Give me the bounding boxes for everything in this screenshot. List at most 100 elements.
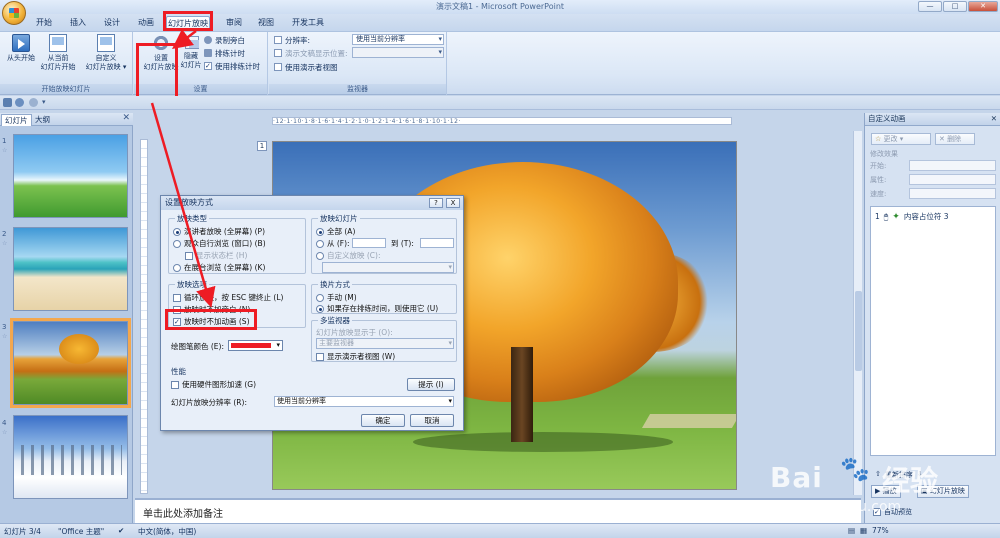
slide-thumbnail-4[interactable] <box>13 415 128 499</box>
radio-use-timings[interactable]: 如果存在排练时间，则使用它 (U) <box>316 303 438 314</box>
speed-select[interactable] <box>909 188 996 199</box>
maximize-button[interactable]: □ <box>943 1 967 12</box>
view-normal-icon[interactable]: ▤ <box>848 526 855 535</box>
scrollbar-thumb[interactable] <box>855 291 862 371</box>
custom-show-button[interactable]: 自定义 幻灯片放映 ▾ <box>82 34 130 72</box>
show-on-label-row: 演示文稿显示位置: <box>274 47 348 59</box>
vertical-scrollbar[interactable] <box>853 131 862 495</box>
radio-kiosk[interactable]: 在展台浏览 (全屏幕) (K) <box>173 262 265 273</box>
delete-effect-button[interactable]: ✕ 删除 <box>935 133 975 145</box>
monitor-icon <box>274 49 282 57</box>
animation-list-item[interactable]: 1 🖱 ✦ 内容占位符 3 <box>875 211 948 222</box>
slide-info: 幻灯片 3/4 <box>4 527 41 536</box>
tab-slides[interactable]: 幻灯片 <box>1 114 32 126</box>
start-select[interactable] <box>909 160 996 171</box>
office-logo-icon <box>9 8 19 18</box>
tab-home[interactable]: 开始 <box>32 16 56 31</box>
slideshow-button[interactable]: ▣ 幻灯片放映 <box>917 485 969 498</box>
from-current-button[interactable]: 从当前 幻灯片开始 <box>38 34 78 72</box>
to-label: 到 (T): <box>391 239 414 248</box>
from-beginning-button[interactable]: 从头开始 <box>3 34 39 63</box>
radio-all-slides[interactable]: 全部 (A) <box>316 226 355 237</box>
radio-from[interactable]: 从 (F): <box>316 238 350 249</box>
hide-slide-button[interactable]: 隐藏 幻灯片 <box>180 52 202 70</box>
undo-icon[interactable] <box>15 98 24 107</box>
resolution-icon <box>274 36 282 44</box>
change-effect-button[interactable]: ☆ 更改 ▾ <box>871 133 931 145</box>
show-statusbar-checkbox[interactable]: 显示状态栏 (H) <box>185 250 247 261</box>
resolution-select[interactable]: 使用当前分辨率 <box>352 34 444 45</box>
dialog-close-button[interactable]: X <box>446 198 460 208</box>
play-button[interactable]: ▶ 播放 <box>871 485 901 498</box>
spellcheck-icon[interactable]: ✔ <box>118 526 124 535</box>
to-input[interactable] <box>420 238 454 248</box>
ok-button[interactable]: 确定 <box>361 414 405 427</box>
dialog-title: 设置放映方式 <box>161 196 463 210</box>
radio-kiosk-label: 在展台浏览 (全屏幕) (K) <box>184 263 266 272</box>
pen-color-picker[interactable] <box>228 340 283 351</box>
slide-transition-icon: ☆ <box>2 147 8 154</box>
office-button[interactable] <box>2 1 26 25</box>
slide-thumbnail-3[interactable] <box>10 318 131 408</box>
move-down-icon[interactable]: ⇩ <box>917 470 923 480</box>
radio-window-label: 观众自行浏览 (窗口) (B) <box>184 239 266 248</box>
custom-show-select[interactable] <box>322 262 454 273</box>
loop-checkbox[interactable]: 循环放映，按 ESC 键终止 (L) <box>173 292 283 303</box>
radio-window[interactable]: 观众自行浏览 (窗口) (B) <box>173 238 266 249</box>
slide-transition-icon: ☆ <box>2 240 8 247</box>
rehearse-timings-label: 排练计时 <box>215 48 245 58</box>
slides-panel-tabs: 幻灯片 大纲 ✕ <box>0 113 133 126</box>
slideshow-resolution-label: 幻灯片放映分辨率 (R): <box>171 398 247 407</box>
change-effect-label: 更改 <box>883 135 898 143</box>
property-select[interactable] <box>909 174 996 185</box>
cancel-button[interactable]: 取消 <box>410 414 454 427</box>
close-window-button[interactable]: ✕ <box>968 1 998 12</box>
custom-show-label: 自定义放映 (C): <box>327 251 381 260</box>
tab-developer[interactable]: 开发工具 <box>288 16 328 31</box>
slide-thumbnail-2[interactable] <box>13 227 128 311</box>
minimize-button[interactable]: — <box>918 1 942 12</box>
autopreview-checkbox[interactable]: 自动预览 <box>873 507 912 517</box>
tab-view[interactable]: 视图 <box>254 16 278 31</box>
tab-insert[interactable]: 插入 <box>66 16 90 31</box>
presenter-view-dialog-checkbox[interactable]: 显示演示者视图 (W) <box>316 351 395 362</box>
from-input[interactable] <box>352 238 386 248</box>
horizontal-ruler: ·12·1·10·1·8·1·6·1·4·1·2·1·0·1·2·1·4·1·6… <box>272 117 732 125</box>
save-icon[interactable] <box>3 98 12 107</box>
customize-qat-icon[interactable]: ▾ <box>42 98 51 107</box>
slide-number: 3 <box>2 323 7 331</box>
slide-number: 1 <box>2 137 7 145</box>
show-on-select[interactable] <box>352 47 444 58</box>
view-sorter-icon[interactable]: ▦ <box>860 526 867 535</box>
notes-pane[interactable]: 单击此处添加备注 <box>135 498 861 523</box>
tab-animation[interactable]: 动画 <box>134 16 158 31</box>
tab-design[interactable]: 设计 <box>100 16 124 31</box>
custom-show-label-1: 自定义 <box>95 54 117 62</box>
help-button[interactable]: ? <box>429 198 443 208</box>
slideshow-resolution-select[interactable]: 使用当前分辨率 <box>274 396 454 407</box>
use-timings-checkbox[interactable]: 使用排练计时 <box>204 60 260 72</box>
window-title: 演示文稿1 - Microsoft PowerPoint <box>435 2 565 11</box>
close-panel-icon[interactable]: ✕ <box>122 113 130 123</box>
record-narration-button[interactable]: 录制旁白 <box>204 34 245 46</box>
move-up-icon[interactable]: ⇧ <box>875 470 881 480</box>
tab-outline[interactable]: 大纲 <box>32 114 53 126</box>
autopreview-label: 自动预览 <box>884 508 912 516</box>
redo-icon[interactable] <box>29 98 38 107</box>
theme-name: "Office 主题" <box>58 527 105 536</box>
tab-review[interactable]: 审阅 <box>222 16 246 31</box>
presenter-view-checkbox[interactable]: 使用演示者视图 <box>274 61 338 73</box>
slide-thumbnail-1[interactable] <box>13 134 128 218</box>
radio-manual[interactable]: 手动 (M) <box>316 292 357 303</box>
hw-accel-checkbox[interactable]: 使用硬件图形加速 (G) <box>171 379 256 390</box>
monitor-select[interactable]: 主要监视器 <box>316 338 454 349</box>
resolution-label: 分辨率: <box>285 35 311 45</box>
radio-custom-show[interactable]: 自定义放映 (C): <box>316 250 381 261</box>
rehearse-timings-button[interactable]: 排练计时 <box>204 47 245 59</box>
radio-presenter[interactable]: 演讲者放映 (全屏幕) (P) <box>173 226 265 237</box>
manual-label: 手动 (M) <box>327 293 357 302</box>
tree-trunk <box>511 347 533 442</box>
zoom-level[interactable]: 77% <box>872 526 889 535</box>
tips-button[interactable]: 提示 (I) <box>407 378 455 391</box>
close-pane-icon[interactable]: ✕ <box>991 113 997 125</box>
